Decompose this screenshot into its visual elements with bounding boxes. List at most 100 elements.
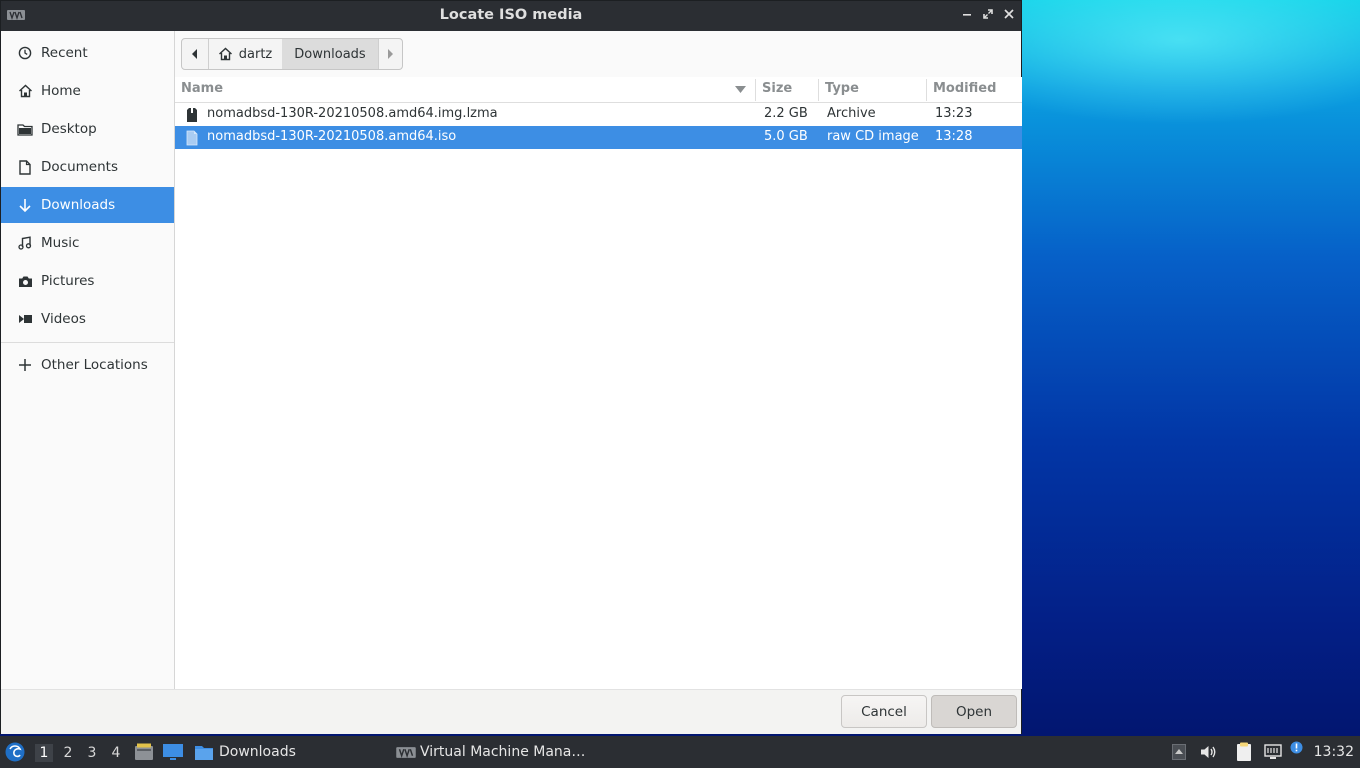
sidebar-item-label: Music xyxy=(41,235,80,251)
music-note-icon xyxy=(17,235,33,251)
minimize-button[interactable] xyxy=(959,8,975,24)
camera-icon xyxy=(17,273,33,289)
notification-tray-button[interactable] xyxy=(1290,736,1304,768)
chevron-right-icon xyxy=(388,49,393,59)
document-icon xyxy=(17,159,33,175)
sidebar-item-label: Downloads xyxy=(41,197,116,213)
path-scroll-right-button[interactable] xyxy=(378,39,402,69)
column-header-name[interactable]: Name xyxy=(181,81,223,96)
start-menu-button[interactable] xyxy=(4,736,28,768)
task-virtual-machine-manager[interactable]: Virtual Machine Mana… xyxy=(396,736,585,768)
clipboard-icon xyxy=(1237,742,1251,761)
file-chooser-dialog: Locate ISO media Recent Home Desktop Doc… xyxy=(0,0,1022,734)
file-list-header: Name Size Type Modified xyxy=(175,77,1022,103)
workspace-4-button[interactable]: 4 xyxy=(107,744,125,762)
path-segment-label: Downloads xyxy=(294,46,366,62)
taskbar: 1 2 3 4 Downloads Virtual Machine Mana… … xyxy=(0,736,1360,768)
sidebar-item-label: Videos xyxy=(41,311,86,327)
sidebar-item-label: Home xyxy=(41,83,81,99)
sidebar-item-label: Other Locations xyxy=(41,357,148,373)
folder-icon xyxy=(17,121,33,137)
virt-manager-icon xyxy=(396,746,416,758)
dialog-title: Locate ISO media xyxy=(439,7,583,23)
tray-expand-button[interactable] xyxy=(1172,736,1188,768)
file-size: 2.2 GB xyxy=(764,106,808,121)
network-icon xyxy=(1264,744,1282,759)
lxqt-logo-icon xyxy=(5,742,25,762)
sidebar-item-home[interactable]: Home xyxy=(1,73,174,109)
sort-descending-icon[interactable] xyxy=(735,86,746,93)
disc-image-file-icon xyxy=(186,130,198,146)
task-downloads[interactable]: Downloads xyxy=(194,736,296,768)
maximize-icon xyxy=(983,9,993,19)
download-arrow-icon xyxy=(17,197,33,213)
places-sidebar: Recent Home Desktop Documents Downloads xyxy=(1,31,175,689)
path-segment-current[interactable]: Downloads xyxy=(282,39,379,69)
column-divider xyxy=(818,79,819,101)
info-notification-icon xyxy=(1290,741,1303,753)
path-scroll-left-button[interactable] xyxy=(182,39,209,69)
show-desktop-button[interactable] xyxy=(162,736,184,768)
path-segment-home[interactable]: dartz xyxy=(208,39,283,69)
sidebar-item-label: Recent xyxy=(41,45,88,61)
network-tray-button[interactable] xyxy=(1264,736,1284,768)
close-button[interactable] xyxy=(1001,8,1017,24)
path-segment-label: dartz xyxy=(238,46,273,62)
chevron-left-icon xyxy=(192,49,197,59)
maximize-button[interactable] xyxy=(980,8,996,24)
desktop-icon xyxy=(163,744,183,760)
workspace-3-button[interactable]: 3 xyxy=(83,744,101,762)
file-manager-icon xyxy=(135,743,153,760)
dialog-titlebar[interactable]: Locate ISO media xyxy=(1,1,1021,31)
workspace-1-button[interactable]: 1 xyxy=(35,744,53,762)
file-size: 5.0 GB xyxy=(764,129,808,144)
file-manager-launcher[interactable] xyxy=(134,736,154,768)
sidebar-item-desktop[interactable]: Desktop xyxy=(1,111,174,147)
sidebar-item-pictures[interactable]: Pictures xyxy=(1,263,174,299)
file-type: raw CD image xyxy=(827,129,919,144)
workspace-2-button[interactable]: 2 xyxy=(59,744,77,762)
close-icon xyxy=(1004,9,1014,19)
sidebar-divider xyxy=(1,342,174,343)
file-modified: 13:23 xyxy=(935,106,973,121)
column-header-size[interactable]: Size xyxy=(762,81,792,96)
volume-icon xyxy=(1201,746,1216,758)
column-divider xyxy=(755,79,756,101)
volume-control[interactable] xyxy=(1200,736,1218,768)
clipboard-tray-button[interactable] xyxy=(1236,736,1256,768)
clock[interactable]: 13:32 xyxy=(1314,744,1354,760)
file-row[interactable]: nomadbsd-130R-20210508.amd64.img.lzma 2.… xyxy=(175,103,1022,126)
sidebar-item-label: Documents xyxy=(41,159,118,175)
file-name: nomadbsd-130R-20210508.amd64.img.lzma xyxy=(207,106,498,121)
column-header-type[interactable]: Type xyxy=(825,81,859,96)
task-label: Virtual Machine Mana… xyxy=(420,744,586,760)
sidebar-item-music[interactable]: Music xyxy=(1,225,174,261)
sidebar-item-documents[interactable]: Documents xyxy=(1,149,174,185)
file-type: Archive xyxy=(827,106,876,121)
column-divider xyxy=(926,79,927,101)
task-label: Downloads xyxy=(219,744,296,760)
file-name: nomadbsd-130R-20210508.amd64.iso xyxy=(207,129,457,144)
path-bar: dartz Downloads xyxy=(181,38,403,70)
sidebar-item-other-locations[interactable]: Other Locations xyxy=(1,347,174,383)
sidebar-item-label: Desktop xyxy=(41,121,97,137)
sidebar-item-videos[interactable]: Videos xyxy=(1,301,174,337)
tray-up-arrow-icon xyxy=(1172,744,1186,760)
home-icon xyxy=(218,47,232,61)
sidebar-item-label: Pictures xyxy=(41,273,95,289)
sidebar-item-recent[interactable]: Recent xyxy=(1,35,174,71)
minimize-icon xyxy=(963,14,971,16)
clock-icon xyxy=(17,45,33,61)
archive-file-icon xyxy=(187,108,197,122)
open-button[interactable]: Open xyxy=(931,695,1017,728)
cancel-button[interactable]: Cancel xyxy=(841,695,927,728)
file-list[interactable]: Name Size Type Modified nomadbsd-130R-20… xyxy=(175,77,1022,689)
plus-icon xyxy=(17,357,33,373)
file-row-selected[interactable]: nomadbsd-130R-20210508.amd64.iso 5.0 GB … xyxy=(175,126,1022,149)
sidebar-item-downloads[interactable]: Downloads xyxy=(1,187,174,223)
folder-icon xyxy=(195,745,213,760)
file-modified: 13:28 xyxy=(935,129,973,144)
column-header-modified[interactable]: Modified xyxy=(933,81,996,96)
video-icon xyxy=(17,311,33,327)
home-icon xyxy=(17,83,33,99)
